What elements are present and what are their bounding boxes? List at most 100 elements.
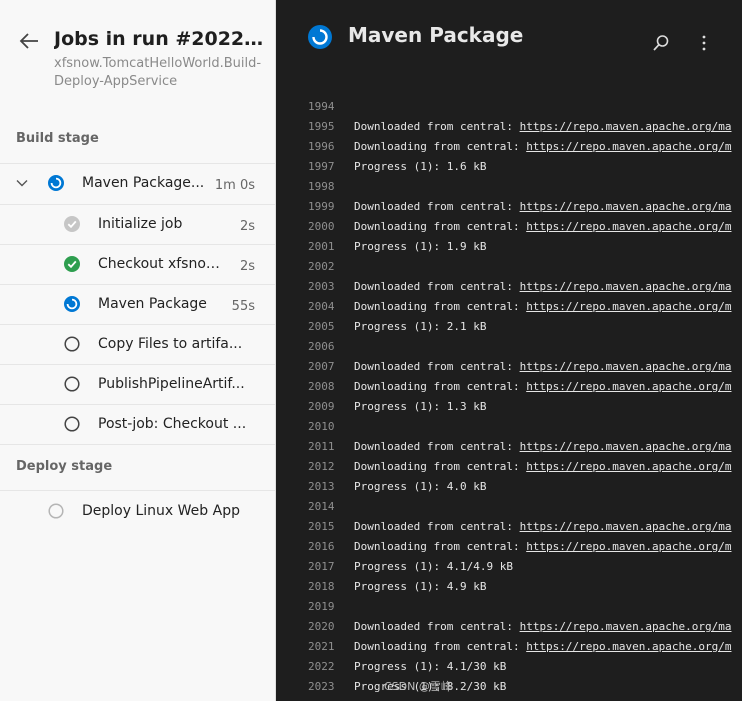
step-row[interactable]: Checkout xfsnow... 2s [0,244,275,284]
step-row[interactable]: Copy Files to artifa... [0,324,275,364]
log-line: 2023 Progress (1): 8.2/30 kB [276,677,742,697]
log-text: Downloading from central: https://repo.m… [354,637,732,657]
log-link[interactable]: https://repo.maven.apache.org/ma [520,520,732,533]
divider [0,444,275,445]
log-message: Downloading from central: [354,140,527,153]
log-message: Downloaded from central: [354,200,520,213]
running-status-icon [48,175,64,191]
log-text: Progress (1): 4.1/30 kB [354,657,506,677]
log-text: Progress (1): 1.3 kB [354,397,486,417]
log-panel: Maven Package 1994 1995 Downloaded from ce… [276,0,742,701]
log-line: 2004 Downloading from central: https://re… [276,297,742,317]
log-link[interactable]: https://repo.maven.apache.org/ma [520,120,732,133]
jobs-header: Jobs in run #20220... xfsnow.TomcatHello… [0,0,276,110]
line-number: 2004 [308,300,335,313]
log-link[interactable]: https://repo.maven.apache.org/ma [520,440,732,453]
log-line: 2001 Progress (1): 1.9 kB [276,237,742,257]
step-duration: 2s [239,219,255,234]
log-text: Progress (1): 4.0 kB [354,477,486,497]
log-link[interactable]: https://repo.maven.apache.org/ma [520,620,732,633]
job-label: Maven Package... [82,175,205,191]
line-number: 2018 [308,580,335,593]
log-link[interactable]: https://repo.maven.apache.org/m [526,540,731,553]
log-line: 1994 [276,97,742,117]
line-number: 1998 [308,180,335,193]
log-message: Progress (1): 4.1/4.9 kB [354,560,513,573]
back-arrow-icon[interactable] [18,30,40,52]
line-number: 2010 [308,420,335,433]
line-number: 2022 [308,660,335,673]
log-link[interactable]: https://repo.maven.apache.org/m [526,380,731,393]
line-number: 2006 [308,340,335,353]
log-link[interactable]: https://repo.maven.apache.org/ma [520,200,732,213]
more-options-icon[interactable] [700,34,708,52]
log-line: 2000 Downloading from central: https://re… [276,217,742,237]
success-check-icon [64,256,80,272]
step-row-selected[interactable]: Maven Package 55s [0,284,275,324]
line-number: 2015 [308,520,335,533]
log-link[interactable]: https://repo.maven.apache.org/m [526,220,731,233]
log-message: Progress (1): 2.1 kB [354,320,487,333]
job-row-maven-package[interactable]: Maven Package... 1m 0s [0,163,275,203]
step-row[interactable]: Initialize job 2s [0,204,275,244]
line-number: 2005 [308,320,335,333]
log-line: 1997 Progress (1): 1.6 kB [276,157,742,177]
log-line: 2017 Progress (1): 4.1/4.9 kB [276,557,742,577]
log-line: 2016 Downloading from central: https://re… [276,537,742,557]
log-line: 2002 [276,257,742,277]
log-line: 2020 Downloaded from central: https://rep… [276,617,742,637]
step-row[interactable]: PublishPipelineArtif... [0,364,275,404]
log-title: Maven Package [348,23,524,47]
log-line: 1998 [276,177,742,197]
log-text: Progress (1): 4.9 kB [354,577,486,597]
line-number: 2013 [308,480,335,493]
log-message: Downloading from central: [354,640,527,653]
log-message: Progress (1): 1.6 kB [354,160,487,173]
log-link[interactable]: https://repo.maven.apache.org/m [526,300,731,313]
log-line: 2013 Progress (1): 4.0 kB [276,477,742,497]
line-number: 2008 [308,380,335,393]
log-message: Downloading from central: [354,540,527,553]
log-text: Downloaded from central: https://repo.ma… [354,197,732,217]
line-number: 2012 [308,460,335,473]
log-link[interactable]: https://repo.maven.apache.org/m [526,140,731,153]
log-line: 1999 Downloaded from central: https://rep… [276,197,742,217]
log-text: Downloading from central: https://repo.m… [354,137,732,157]
log-text: Downloading from central: https://repo.m… [354,217,732,237]
step-label: PublishPipelineArtif... [98,376,245,392]
pending-circle-icon [48,503,64,519]
log-line: 2010 [276,417,742,437]
log-link[interactable]: https://repo.maven.apache.org/ma [520,360,732,373]
pending-circle-icon [64,376,80,392]
log-message: Downloaded from central: [354,280,520,293]
log-link[interactable]: https://repo.maven.apache.org/m [526,460,731,473]
pipeline-name: xfsnow.TomcatHelloWorld.Build-Deploy-App… [54,56,262,89]
job-row-deploy[interactable]: Deploy Linux Web App [0,490,275,532]
watermark: CSDN @雪峰 [384,680,452,693]
log-message: Downloading from central: [354,220,527,233]
line-number: 1999 [308,200,335,213]
line-number: 2023 [308,680,335,693]
step-duration: 55s [231,299,255,314]
log-text: Downloaded from central: https://repo.ma… [354,617,732,637]
log-link[interactable]: https://repo.maven.apache.org/m [526,640,731,653]
chevron-down-icon[interactable] [16,177,28,189]
log-line: 2007 Downloaded from central: https://rep… [276,357,742,377]
search-icon[interactable] [652,34,670,52]
log-line: 2011 Downloaded from central: https://rep… [276,437,742,457]
pending-circle-icon [64,416,80,432]
log-message: Progress (1): 1.3 kB [354,400,487,413]
log-text: Downloaded from central: https://repo.ma… [354,277,732,297]
log-text: Progress (1): 1.9 kB [354,237,486,257]
log-link[interactable]: https://repo.maven.apache.org/ma [520,280,732,293]
log-text: Progress (1): 2.1 kB [354,317,486,337]
log-text: Downloaded from central: https://repo.ma… [354,517,732,537]
log-line: 2006 [276,337,742,357]
log-message: Downloaded from central: [354,520,520,533]
log-line: 2003 Downloaded from central: https://rep… [276,277,742,297]
line-number: 2021 [308,640,335,653]
line-number: 1997 [308,160,335,173]
line-number: 2001 [308,240,335,253]
line-number: 2000 [308,220,335,233]
step-row[interactable]: Post-job: Checkout ... [0,404,275,444]
